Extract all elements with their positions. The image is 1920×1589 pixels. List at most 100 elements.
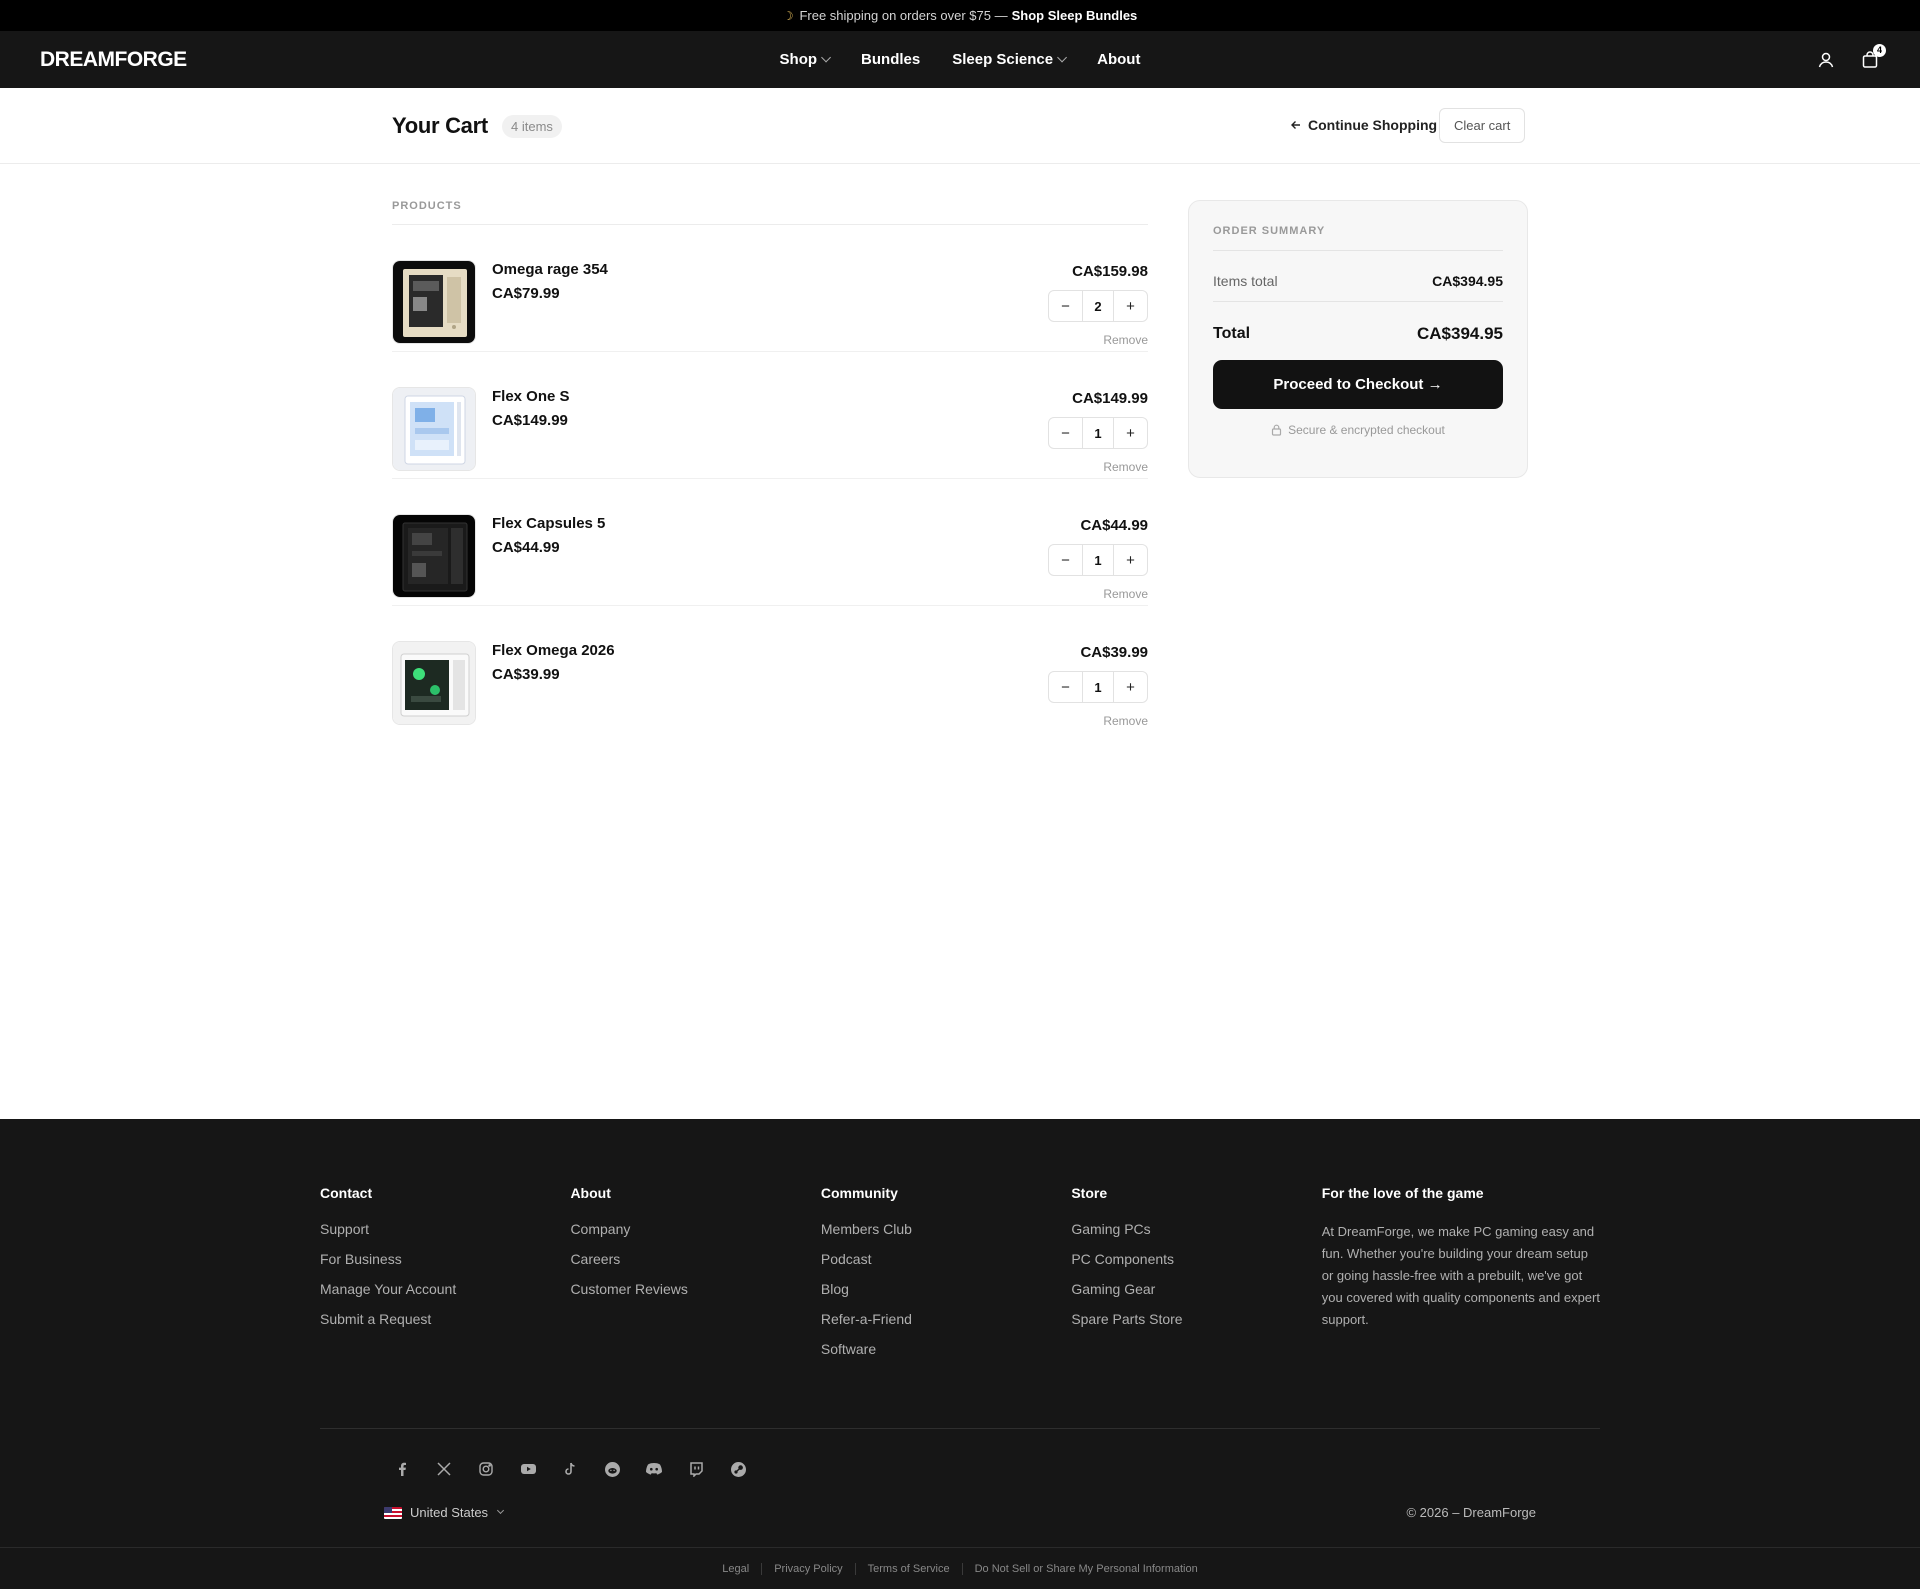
instagram-icon[interactable] xyxy=(476,1459,496,1479)
total-label: Total xyxy=(1213,325,1251,342)
nav-about[interactable]: About xyxy=(1097,51,1140,68)
product-unit-price: CA$44.99 xyxy=(492,539,560,556)
footer-link[interactable]: Support xyxy=(320,1221,570,1237)
quantity-value[interactable]: 1 xyxy=(1082,545,1114,575)
quantity-value[interactable]: 1 xyxy=(1082,418,1114,448)
discord-icon[interactable] xyxy=(644,1459,664,1479)
footer-link[interactable]: Submit a Request xyxy=(320,1311,570,1327)
product-unit-price: CA$79.99 xyxy=(492,285,560,302)
footer-link[interactable]: Refer-a-Friend xyxy=(821,1311,1071,1327)
continue-shopping-link[interactable]: Continue Shopping xyxy=(1290,117,1437,133)
product-name[interactable]: Omega rage 354 xyxy=(492,261,608,278)
footer-divider xyxy=(320,1428,1600,1429)
main-nav: Shop Bundles Sleep Science About xyxy=(780,51,1141,68)
lock-icon xyxy=(1272,424,1282,436)
remove-item-button[interactable]: Remove xyxy=(1103,587,1148,601)
product-unit-price: CA$39.99 xyxy=(492,666,560,683)
remove-item-button[interactable]: Remove xyxy=(1103,714,1148,728)
privacy-policy-link[interactable]: Privacy Policy xyxy=(762,1562,856,1575)
legal-link[interactable]: Legal xyxy=(710,1562,763,1575)
products-section-label: PRODUCTS xyxy=(392,200,1148,225)
footer-column-about: About Company Careers Customer Reviews xyxy=(570,1185,820,1371)
chevron-down-icon xyxy=(1056,52,1067,63)
footer-link[interactable]: Software xyxy=(821,1341,1071,1357)
tiktok-icon[interactable] xyxy=(560,1459,580,1479)
proceed-to-checkout-button[interactable]: Proceed to Checkout → xyxy=(1213,360,1503,409)
footer-column-title: Contact xyxy=(320,1185,373,1201)
reddit-icon[interactable] xyxy=(602,1459,622,1479)
logo[interactable]: DREAMFORGE xyxy=(40,48,187,72)
header-icons: 4 xyxy=(1816,43,1886,70)
footer-link[interactable]: Customer Reviews xyxy=(570,1281,820,1297)
cart-item: Flex One S CA$149.99 CA$149.99 − 1 + Rem… xyxy=(392,352,1148,479)
increase-quantity-button[interactable]: + xyxy=(1114,545,1147,575)
twitch-icon[interactable] xyxy=(686,1459,706,1479)
steam-icon[interactable] xyxy=(728,1459,748,1479)
footer-link[interactable]: Company xyxy=(570,1221,820,1237)
footer-link[interactable]: Podcast xyxy=(821,1251,1071,1267)
items-total-value: CA$394.95 xyxy=(1432,273,1503,289)
product-image[interactable] xyxy=(392,387,476,471)
items-count-badge: 4 items xyxy=(502,115,562,138)
arrow-left-icon xyxy=(1291,121,1300,129)
quantity-value[interactable]: 1 xyxy=(1082,672,1114,702)
decrease-quantity-button[interactable]: − xyxy=(1049,545,1082,575)
increase-quantity-button[interactable]: + xyxy=(1114,418,1147,448)
cart-icon[interactable]: 4 xyxy=(1860,43,1886,70)
order-summary-label: ORDER SUMMARY xyxy=(1213,225,1503,251)
announcement-link[interactable]: Shop Sleep Bundles xyxy=(1012,8,1138,23)
us-flag-icon xyxy=(384,1506,402,1519)
product-image[interactable] xyxy=(392,641,476,725)
product-name[interactable]: Flex Capsules 5 xyxy=(492,515,605,532)
product-unit-price: CA$149.99 xyxy=(492,412,568,429)
chevron-down-icon xyxy=(497,1506,505,1515)
quantity-stepper: − 1 + xyxy=(1048,417,1148,449)
product-name[interactable]: Flex One S xyxy=(492,388,570,405)
product-image[interactable] xyxy=(392,260,476,344)
footer-column-community: Community Members Club Podcast Blog Refe… xyxy=(821,1185,1071,1371)
footer-link[interactable]: Manage Your Account xyxy=(320,1281,570,1297)
footer-link[interactable]: Gaming Gear xyxy=(1071,1281,1321,1297)
decrease-quantity-button[interactable]: − xyxy=(1049,672,1082,702)
footer-link[interactable]: PC Components xyxy=(1071,1251,1321,1267)
footer-link[interactable]: Careers xyxy=(570,1251,820,1267)
x-icon[interactable] xyxy=(434,1459,454,1479)
product-name[interactable]: Flex Omega 2026 xyxy=(492,642,615,659)
quantity-value[interactable]: 2 xyxy=(1082,291,1114,321)
moon-icon: ☽ xyxy=(782,8,794,23)
facebook-icon[interactable] xyxy=(392,1459,412,1479)
footer-link[interactable]: Blog xyxy=(821,1281,1071,1297)
terms-of-service-link[interactable]: Terms of Service xyxy=(856,1562,963,1575)
remove-item-button[interactable]: Remove xyxy=(1103,460,1148,474)
nav-shop-label: Shop xyxy=(779,51,818,68)
cart-count-badge: 4 xyxy=(1873,43,1886,57)
do-not-sell-link[interactable]: Do Not Sell or Share My Personal Informa… xyxy=(963,1563,1210,1575)
footer-link[interactable]: Gaming PCs xyxy=(1071,1221,1321,1237)
footer-column-title: Store xyxy=(1071,1185,1108,1201)
cart-item: Flex Capsules 5 CA$44.99 CA$44.99 − 1 + … xyxy=(392,479,1148,606)
account-icon[interactable] xyxy=(1816,50,1836,70)
increase-quantity-button[interactable]: + xyxy=(1114,672,1147,702)
footer-link[interactable]: Members Club xyxy=(821,1221,1071,1237)
nav-sleep-science[interactable]: Sleep Science xyxy=(952,51,1067,68)
footer-link[interactable]: Spare Parts Store xyxy=(1071,1311,1321,1327)
total-value: CA$394.95 xyxy=(1416,324,1503,343)
increase-quantity-button[interactable]: + xyxy=(1114,291,1147,321)
announcement-bar: ☽ Free shipping on orders over $75 — Sho… xyxy=(0,0,1920,31)
line-total: CA$149.99 xyxy=(1072,390,1148,407)
decrease-quantity-button[interactable]: − xyxy=(1049,418,1082,448)
remove-item-button[interactable]: Remove xyxy=(1103,333,1148,347)
line-total: CA$44.99 xyxy=(1080,517,1148,534)
line-total: CA$39.99 xyxy=(1080,644,1148,661)
footer-link[interactable]: For Business xyxy=(320,1251,570,1267)
nav-bundles[interactable]: Bundles xyxy=(861,51,920,68)
clear-cart-button[interactable]: Clear cart xyxy=(1439,108,1526,143)
decrease-quantity-button[interactable]: − xyxy=(1049,291,1082,321)
line-total: CA$159.98 xyxy=(1072,263,1148,280)
quantity-stepper: − 2 + xyxy=(1048,290,1148,322)
youtube-icon[interactable] xyxy=(518,1459,538,1479)
nav-shop[interactable]: Shop xyxy=(779,51,831,68)
product-image[interactable] xyxy=(392,514,476,598)
region-selector[interactable]: United States xyxy=(384,1505,505,1520)
secure-checkout-label: Secure & encrypted checkout xyxy=(1288,423,1445,437)
